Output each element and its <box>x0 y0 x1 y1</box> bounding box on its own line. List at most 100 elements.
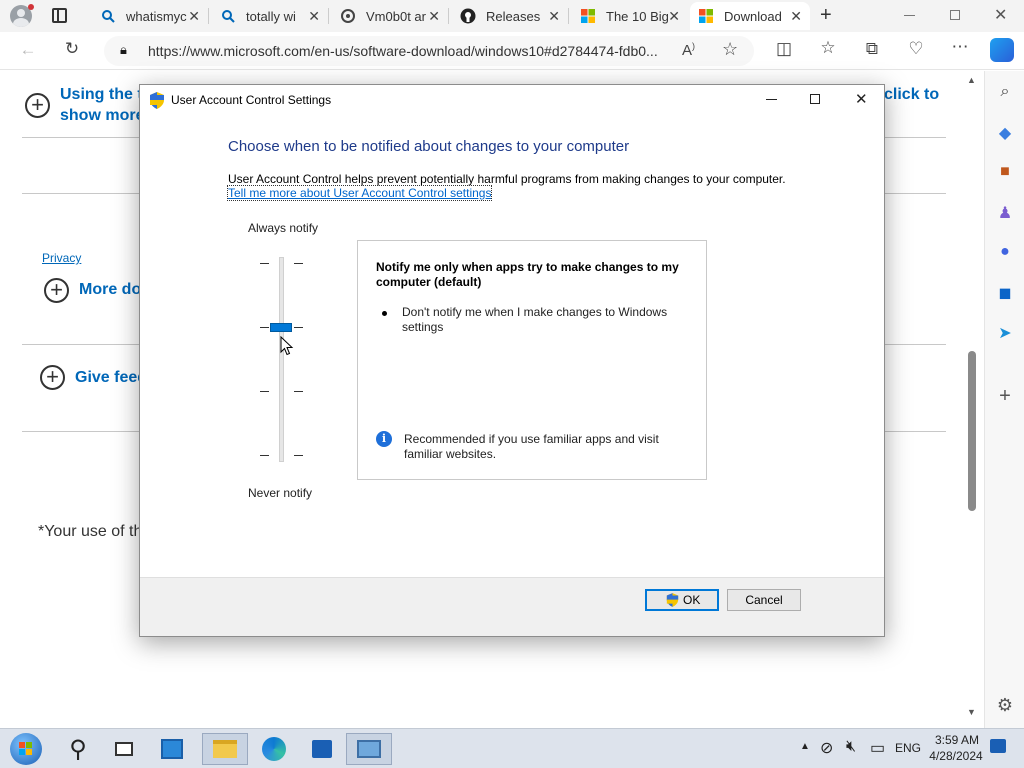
never-notify-label: Never notify <box>248 486 313 500</box>
setting-description-panel: Notify me only when apps try to make cha… <box>357 240 707 480</box>
show-more-link[interactable]: show more <box>60 107 144 125</box>
close-tab-icon[interactable]: ✕ <box>548 8 560 25</box>
url-text[interactable]: https://www.microsoft.com/en-us/software… <box>148 43 678 59</box>
microsoft-icon <box>580 8 596 24</box>
settings-more-icon[interactable]: ⋯ <box>948 37 972 57</box>
learn-more-link[interactable]: Tell me more about User Account Control … <box>226 185 493 201</box>
start-button[interactable] <box>6 733 46 765</box>
favorite-star-icon[interactable]: ☆ <box>722 39 738 60</box>
cancel-button[interactable]: Cancel <box>727 589 801 611</box>
info-icon: i <box>376 431 392 447</box>
minimize-icon[interactable] <box>904 15 915 16</box>
expand-icon[interactable]: + <box>25 93 50 118</box>
more-downloads-link[interactable]: More do <box>79 281 141 299</box>
close-tab-icon[interactable]: ✕ <box>428 8 440 25</box>
tab-the-10-big[interactable]: The 10 Big ✕ <box>572 2 688 30</box>
copilot-icon[interactable] <box>990 38 1014 62</box>
edge-browser-icon[interactable] <box>254 733 294 765</box>
store-icon[interactable] <box>302 733 342 765</box>
setting-bullet-text: Don't notify me when I make changes to W… <box>402 305 668 334</box>
tab-download[interactable]: Download ✕ <box>690 2 810 30</box>
split-screen-icon[interactable]: ◫ <box>772 39 796 59</box>
close-tab-icon[interactable]: ✕ <box>308 8 320 25</box>
taskbar-search-icon[interactable]: ⚲ <box>58 733 98 765</box>
tools-icon[interactable]: ■ <box>985 163 1024 181</box>
click-to-link[interactable]: click to <box>884 86 939 104</box>
microsoft-icon <box>698 8 714 24</box>
restore-icon[interactable] <box>950 10 960 20</box>
dialog-heading: Choose when to be notified about changes… <box>228 138 630 155</box>
tab-whatismyc[interactable]: whatismyc ✕ <box>92 2 208 30</box>
recommend-text: Recommended if you use familiar apps and… <box>404 432 659 461</box>
tab-bar: whatismyc ✕ totally wi ✕ Vm0b0t ar ✕ Rel… <box>0 0 1024 32</box>
tab-actions-icon[interactable] <box>52 8 67 23</box>
footer-text: *Your use of th <box>38 523 143 540</box>
widgets-icon[interactable] <box>152 733 192 765</box>
notifications-icon[interactable] <box>990 739 1006 753</box>
back-icon[interactable]: ← <box>16 40 40 60</box>
new-tab-icon[interactable]: + <box>820 4 832 27</box>
language-indicator[interactable]: ENG <box>895 741 921 755</box>
bullet-dot-icon <box>382 311 387 316</box>
send-icon[interactable]: ➤ <box>985 323 1024 343</box>
collections-icon[interactable]: ⧉ <box>860 39 884 59</box>
clock-time[interactable]: 3:59 AM <box>932 733 982 747</box>
github-icon <box>460 8 476 24</box>
expand-icon[interactable]: + <box>44 278 69 303</box>
show-hidden-icons[interactable]: ▲ <box>800 741 810 752</box>
scroll-up-icon[interactable]: ▲ <box>967 75 976 85</box>
using-link[interactable]: Using the t <box>60 86 143 104</box>
read-aloud-icon[interactable]: A) <box>682 41 695 59</box>
file-explorer-icon[interactable] <box>202 733 248 765</box>
volume-mute-icon[interactable]: 🔇︎ <box>846 738 856 756</box>
shopping-tag-icon[interactable]: ◆ <box>985 123 1024 143</box>
url-box[interactable]: 🔒︎ https://www.microsoft.com/en-us/softw… <box>104 36 754 66</box>
feedback-link[interactable]: Give feed <box>75 369 147 387</box>
dialog-title-bar[interactable]: User Account Control Settings ✕ <box>140 85 884 117</box>
slider-thumb[interactable] <box>270 323 292 332</box>
dialog-title: User Account Control Settings <box>171 93 332 107</box>
close-tab-icon[interactable]: ✕ <box>668 8 680 25</box>
tab-totally[interactable]: totally wi ✕ <box>212 2 328 30</box>
microsoft365-icon[interactable]: ● <box>985 243 1024 261</box>
network-off-icon[interactable]: ⊘ <box>820 738 833 758</box>
close-tab-icon[interactable]: ✕ <box>188 8 200 25</box>
close-window-icon[interactable]: ✕ <box>994 5 1007 25</box>
taskbar: ⚲ ▲ ⊘ 🔇︎ ▭ ENG 3:59 AM 4/28/2024 <box>0 728 1024 768</box>
dialog-intro: User Account Control helps prevent poten… <box>228 172 786 186</box>
scroll-down-icon[interactable]: ▼ <box>967 707 976 717</box>
sidebar-settings-icon[interactable]: ⚙ <box>985 695 1024 716</box>
privacy-link[interactable]: Privacy <box>42 251 81 265</box>
dialog-footer: OK Cancel <box>140 577 884 636</box>
favorites-icon[interactable]: ☆ <box>816 38 840 58</box>
uac-dialog: User Account Control Settings ✕ Choose w… <box>139 84 885 637</box>
ok-label: OK <box>683 593 701 607</box>
tab-vm0b0t[interactable]: Vm0b0t ar ✕ <box>332 2 448 30</box>
expand-icon[interactable]: + <box>40 365 65 390</box>
display-icon[interactable]: ▭ <box>870 738 885 758</box>
clock-date[interactable]: 4/28/2024 <box>926 749 986 763</box>
close-tab-icon[interactable]: ✕ <box>790 8 802 25</box>
dialog-minimize-icon[interactable] <box>766 99 777 100</box>
dialog-close-icon[interactable]: ✕ <box>855 90 868 108</box>
page-scrollbar[interactable]: ▲ ▼ <box>964 71 984 728</box>
ok-button[interactable]: OK <box>645 589 719 611</box>
refresh-icon[interactable]: ↻ <box>60 39 84 59</box>
search-icon <box>100 8 116 24</box>
dialog-maximize-icon[interactable] <box>810 94 820 104</box>
tab-releases[interactable]: Releases ✕ <box>452 2 568 30</box>
scroll-thumb[interactable] <box>968 351 976 511</box>
outlook-icon[interactable]: ◼ <box>985 283 1024 303</box>
search-icon <box>220 8 236 24</box>
add-icon[interactable]: + <box>985 385 1024 408</box>
lock-icon[interactable]: 🔒︎ <box>120 42 127 58</box>
performance-icon[interactable]: ♡ <box>904 39 928 59</box>
edge-sidebar: ⌕ ◆ ■ ♟ ● ◼ ➤ + ⚙ <box>984 71 1024 728</box>
games-icon[interactable]: ♟ <box>985 203 1024 223</box>
search-icon[interactable]: ⌕ <box>985 83 1024 101</box>
notification-dot-icon <box>28 4 34 10</box>
always-notify-label: Always notify <box>248 221 319 235</box>
control-panel-icon[interactable] <box>346 733 392 765</box>
task-view-icon[interactable] <box>104 733 144 765</box>
mouse-cursor-icon <box>280 335 294 361</box>
